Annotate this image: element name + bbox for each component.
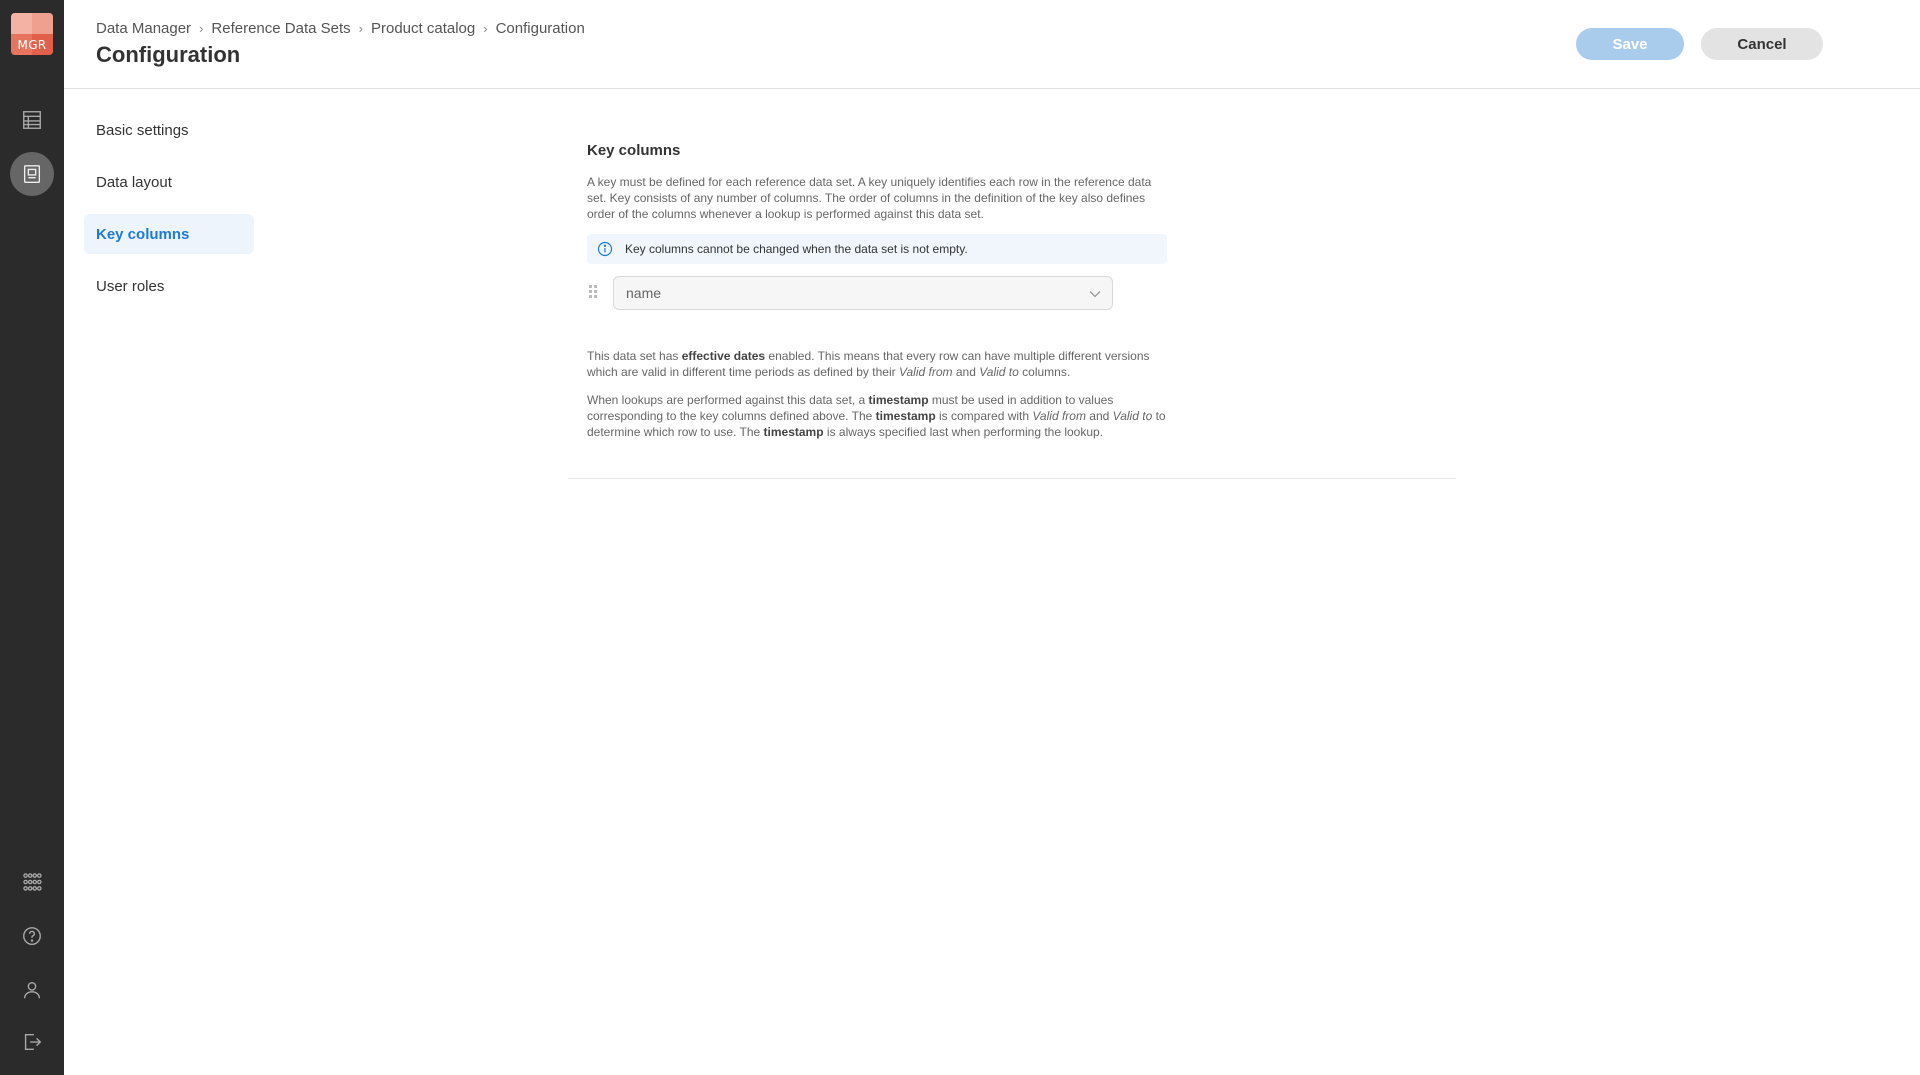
info-banner: Key columns cannot be changed when the d… <box>587 234 1167 264</box>
rail-apps-button[interactable] <box>10 860 54 904</box>
text: and <box>1085 409 1113 423</box>
breadcrumb-item[interactable]: Product catalog <box>371 20 475 37</box>
table-grid-icon <box>23 111 41 129</box>
key-column-select[interactable]: name <box>613 276 1113 310</box>
sidenav-item-data-layout[interactable]: Data layout <box>84 162 254 202</box>
rail-document-button[interactable] <box>10 152 54 196</box>
key-column-row: name <box>587 276 1127 310</box>
effective-dates-note: This data set has effective dates enable… <box>587 348 1167 380</box>
section-description: A key must be defined for each reference… <box>587 175 1152 221</box>
sidenav-item-basic-settings[interactable]: Basic settings <box>84 110 254 150</box>
select-value: name <box>626 285 662 301</box>
section-title: Key columns <box>587 142 681 159</box>
breadcrumb-item[interactable]: Data Manager <box>96 20 191 37</box>
text: When lookups are performed against this … <box>587 393 869 407</box>
logo-tile <box>11 13 32 34</box>
settings-sidenav: Basic settings Data layout Key columns U… <box>84 110 254 318</box>
rail-user-button[interactable] <box>10 968 54 1012</box>
rail-help-button[interactable] <box>10 914 54 958</box>
logo-text: MGR <box>17 38 47 52</box>
info-icon <box>597 241 613 257</box>
text: and <box>952 365 980 379</box>
rail-logout-button[interactable] <box>10 1020 54 1064</box>
text: is always specified last when performing… <box>823 425 1104 439</box>
emphasis: effective dates <box>681 349 766 363</box>
cancel-button[interactable]: Cancel <box>1701 28 1823 60</box>
chevron-right-icon: › <box>483 21 488 36</box>
user-icon <box>23 981 41 999</box>
info-text: Key columns cannot be changed when the d… <box>625 242 968 256</box>
emphasis: timestamp <box>868 393 929 407</box>
emphasis: Valid from <box>1032 409 1086 423</box>
emphasis: Valid to <box>979 365 1019 379</box>
breadcrumb: Data Manager › Reference Data Sets › Pro… <box>96 20 585 37</box>
app-logo[interactable]: MGR <box>11 13 53 55</box>
help-icon <box>23 927 41 945</box>
apps-grid-icon <box>23 873 42 891</box>
text: is compared with <box>935 409 1033 423</box>
sidenav-item-key-columns[interactable]: Key columns <box>84 214 254 254</box>
emphasis: Valid to <box>1112 409 1153 423</box>
app-rail: MGR <box>0 0 64 1075</box>
breadcrumb-item-current: Configuration <box>495 20 585 37</box>
rail-table-button[interactable] <box>10 98 54 142</box>
logout-icon <box>24 1033 42 1051</box>
drag-handle-icon[interactable] <box>587 284 599 302</box>
chevron-down-icon <box>1089 291 1101 298</box>
document-icon <box>23 165 41 183</box>
emphasis: timestamp <box>763 425 824 439</box>
text: This data set has <box>587 349 682 363</box>
emphasis: Valid from <box>898 365 953 379</box>
save-button[interactable]: Save <box>1576 28 1684 60</box>
logo-tile <box>32 13 53 34</box>
text: columns. <box>1018 365 1071 379</box>
chevron-right-icon: › <box>199 21 204 36</box>
chevron-right-icon: › <box>358 21 363 36</box>
page-title: Configuration <box>96 42 241 67</box>
emphasis: timestamp <box>875 409 936 423</box>
timestamp-note: When lookups are performed against this … <box>587 392 1167 440</box>
sidenav-item-user-roles[interactable]: User roles <box>84 266 254 306</box>
key-columns-section: Key columns A key must be defined for ea… <box>568 130 1456 479</box>
breadcrumb-item[interactable]: Reference Data Sets <box>211 20 350 37</box>
